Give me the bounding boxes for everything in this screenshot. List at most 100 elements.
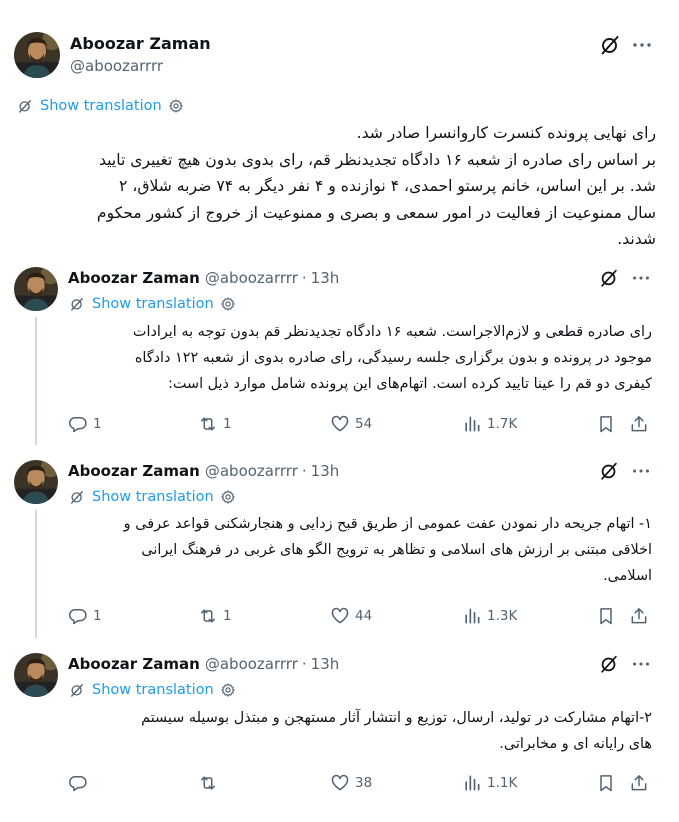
reply-count: 1	[93, 608, 102, 624]
repost-count: 1	[223, 608, 232, 624]
reply-icon	[68, 606, 88, 626]
like-count: 54	[355, 416, 373, 432]
reply-text: ۲-اتهام مشارکت در تولید، ارسال، توزیع و …	[68, 705, 652, 757]
author-handle[interactable]: @aboozarrrr	[205, 269, 298, 287]
post-text-line: شدند.	[617, 230, 656, 248]
views-button[interactable]: 1.1K	[462, 771, 517, 795]
grok-icon[interactable]	[598, 460, 620, 482]
reply-text: ۱- اتهام جریحه دار نمودن عفت عمومی از طر…	[68, 511, 652, 589]
like-icon	[330, 606, 350, 626]
repost-icon	[198, 414, 218, 434]
bookmark-icon	[596, 773, 616, 793]
bookmark-button[interactable]	[596, 604, 616, 628]
post-text: رای نهایی پرونده کنسرت کاروانسرا صادر شد…	[16, 120, 656, 253]
post-text-line: رای نهایی پرونده کنسرت کاروانسرا صادر شد…	[356, 124, 656, 142]
show-translation[interactable]: Show translation	[16, 96, 184, 116]
reply-text: رای صادره قطعی و لازم‌الاجراست. شعبه ۱۶ …	[68, 319, 652, 397]
reply-text-line: رای صادره قطعی و لازم‌الاجراست. شعبه ۱۶ …	[132, 324, 652, 340]
show-translation[interactable]: Show translation	[68, 680, 236, 700]
views-button[interactable]: 1.7K	[462, 412, 517, 436]
thread-line	[35, 317, 37, 445]
settings-gear-icon[interactable]	[220, 682, 236, 698]
views-count: 1.1K	[487, 775, 518, 791]
repost-icon	[198, 773, 218, 793]
more-icon[interactable]	[630, 653, 652, 675]
reply-text-line: ۱- اتهام جریحه دار نمودن عفت عمومی از طر…	[123, 516, 652, 532]
reply-button[interactable]: 1	[68, 412, 102, 436]
timestamp[interactable]: 13h	[311, 655, 340, 673]
translate-icon	[68, 681, 86, 699]
avatar-image	[14, 267, 58, 311]
author-name[interactable]: Aboozar Zaman	[68, 655, 200, 673]
like-icon	[330, 773, 350, 793]
avatar[interactable]	[14, 460, 58, 504]
grok-icon[interactable]	[598, 33, 622, 57]
like-button[interactable]: 38	[330, 771, 372, 795]
more-icon[interactable]	[630, 460, 652, 482]
reply-post: Aboozar Zaman @aboozarrrr · 13h Show tra…	[0, 653, 679, 803]
author-handle[interactable]: @aboozarrrr	[205, 655, 298, 673]
avatar-image	[14, 460, 58, 504]
views-icon	[462, 773, 482, 793]
like-count: 44	[355, 608, 373, 624]
settings-gear-icon[interactable]	[220, 489, 236, 505]
settings-gear-icon[interactable]	[168, 98, 184, 114]
show-translation-label[interactable]: Show translation	[40, 98, 162, 114]
like-button[interactable]: 54	[330, 412, 372, 436]
show-translation[interactable]: Show translation	[68, 487, 236, 507]
separator-dot: ·	[301, 655, 307, 673]
share-button[interactable]	[629, 604, 649, 628]
thread-line	[35, 510, 37, 638]
more-icon[interactable]	[630, 33, 654, 57]
author-handle[interactable]: @aboozarrrr	[70, 57, 163, 75]
timestamp[interactable]: 13h	[311, 269, 340, 287]
share-button[interactable]	[629, 412, 649, 436]
show-translation-label[interactable]: Show translation	[92, 682, 214, 698]
reply-text-line: کیفری دو قم را عینا تایید کرده است. اتها…	[168, 376, 652, 392]
bookmark-button[interactable]	[596, 412, 616, 436]
more-icon[interactable]	[630, 267, 652, 289]
post-text-line: شد. بر این اساس، خانم پرستو احمدی، ۴ نوا…	[119, 177, 656, 195]
author-name[interactable]: Aboozar Zaman	[68, 269, 200, 287]
bookmark-icon	[596, 606, 616, 626]
avatar[interactable]	[14, 267, 58, 311]
author-handle[interactable]: @aboozarrrr	[205, 462, 298, 480]
repost-button[interactable]: 1	[198, 412, 232, 436]
reply-button[interactable]	[68, 771, 93, 795]
timestamp[interactable]: 13h	[311, 462, 340, 480]
show-translation[interactable]: Show translation	[68, 294, 236, 314]
share-icon	[629, 606, 649, 626]
avatar-image	[14, 653, 58, 697]
author-name[interactable]: Aboozar Zaman	[70, 34, 211, 53]
repost-button[interactable]	[198, 771, 223, 795]
avatar-image	[14, 32, 60, 78]
reply-icon	[68, 773, 88, 793]
like-count: 38	[355, 775, 373, 791]
reply-text-line: اخلاقی مبتنی بر ارزش های اسلامی و تظاهر …	[141, 542, 652, 558]
views-button[interactable]: 1.3K	[462, 604, 517, 628]
like-icon	[330, 414, 350, 434]
bookmark-button[interactable]	[596, 771, 616, 795]
avatar[interactable]	[14, 32, 60, 78]
grok-icon[interactable]	[598, 653, 620, 675]
like-button[interactable]: 44	[330, 604, 372, 628]
translate-icon	[16, 97, 34, 115]
bookmark-icon	[596, 414, 616, 434]
reply-header: Aboozar Zaman @aboozarrrr · 13h	[68, 269, 339, 287]
settings-gear-icon[interactable]	[220, 296, 236, 312]
reply-text-line: های رایانه ای و مخابراتی.	[499, 736, 652, 752]
repost-button[interactable]: 1	[198, 604, 232, 628]
grok-icon[interactable]	[598, 267, 620, 289]
author-name[interactable]: Aboozar Zaman	[68, 462, 200, 480]
reply-button[interactable]: 1	[68, 604, 102, 628]
reply-count: 1	[93, 416, 102, 432]
views-count: 1.7K	[487, 416, 518, 432]
separator-dot: ·	[301, 462, 307, 480]
action-bar: 38 1.1K	[68, 771, 654, 795]
share-button[interactable]	[629, 771, 649, 795]
reply-post: Aboozar Zaman @aboozarrrr · 13h Show tra…	[0, 267, 679, 445]
avatar[interactable]	[14, 653, 58, 697]
show-translation-label[interactable]: Show translation	[92, 489, 214, 505]
views-icon	[462, 414, 482, 434]
show-translation-label[interactable]: Show translation	[92, 296, 214, 312]
